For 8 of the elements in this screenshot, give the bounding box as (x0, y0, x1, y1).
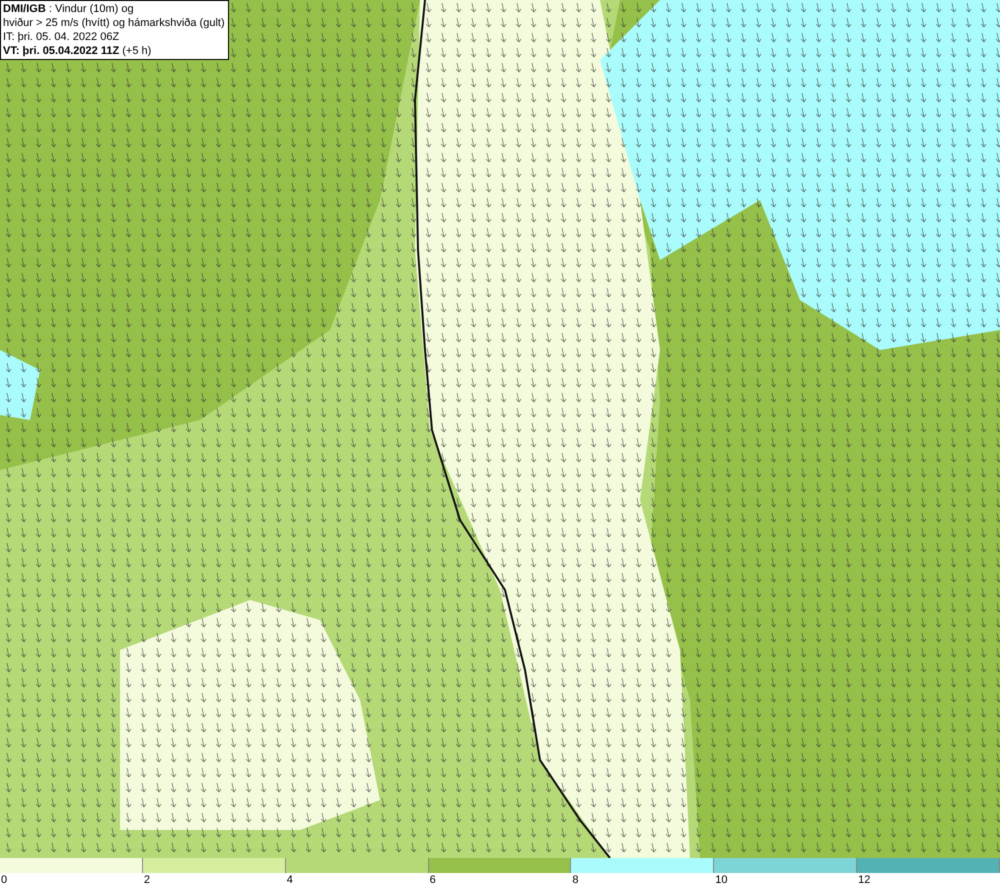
legend-tick-label: 12 (858, 874, 870, 887)
legend-tick-label: 4 (286, 874, 293, 887)
info-box: DMI/IGB : Vindur (10m) og hviður > 25 m/s (hvítt) og hámarkshviða (gult) IT: þri. 05. 04. 2022 06Z VT: þri. 05.04.2022 11Z (+5 h) (0, 0, 229, 60)
legend-tick-label: 2 (144, 874, 150, 887)
legend-tick-label: 8 (572, 874, 579, 887)
legend-tick-label: 0 (1, 874, 8, 887)
legend-tick-label: 6 (430, 874, 436, 887)
legend-tick-label: 10 (715, 874, 728, 887)
